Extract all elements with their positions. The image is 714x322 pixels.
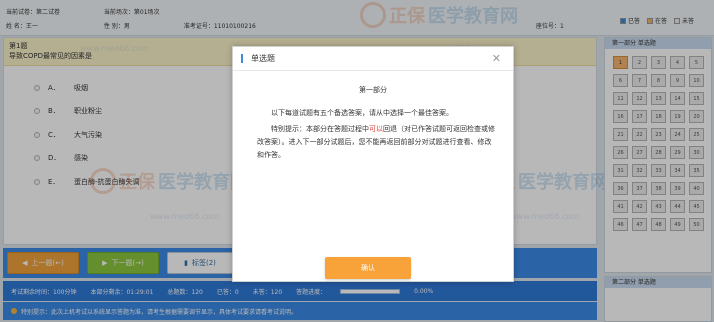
- section-intro-dialog: 单选题 ✕ 第一部分 以下每道试题有五个备选答案，请从中选择一个最佳答案。 特别…: [232, 46, 514, 282]
- confirm-button[interactable]: 确认: [325, 257, 411, 279]
- special-note: 特别提示：本部分在答题过程中可以回退（对已作答试题可返回检查或修改答案）。进入下…: [257, 125, 495, 159]
- part-title: 第一部分: [359, 86, 387, 94]
- instruction-text: 以下每道试题有五个备选答案，请从中选择一个最佳答案。: [271, 109, 453, 117]
- dialog-header: 单选题: [233, 47, 513, 71]
- dialog-title: 单选题: [251, 54, 275, 63]
- dialog-body: 以下每道试题有五个备选答案，请从中选择一个最佳答案。 特别提示：本部分在答题过程…: [257, 107, 495, 165]
- close-icon[interactable]: ✕: [492, 52, 501, 65]
- title-accent: [241, 54, 243, 63]
